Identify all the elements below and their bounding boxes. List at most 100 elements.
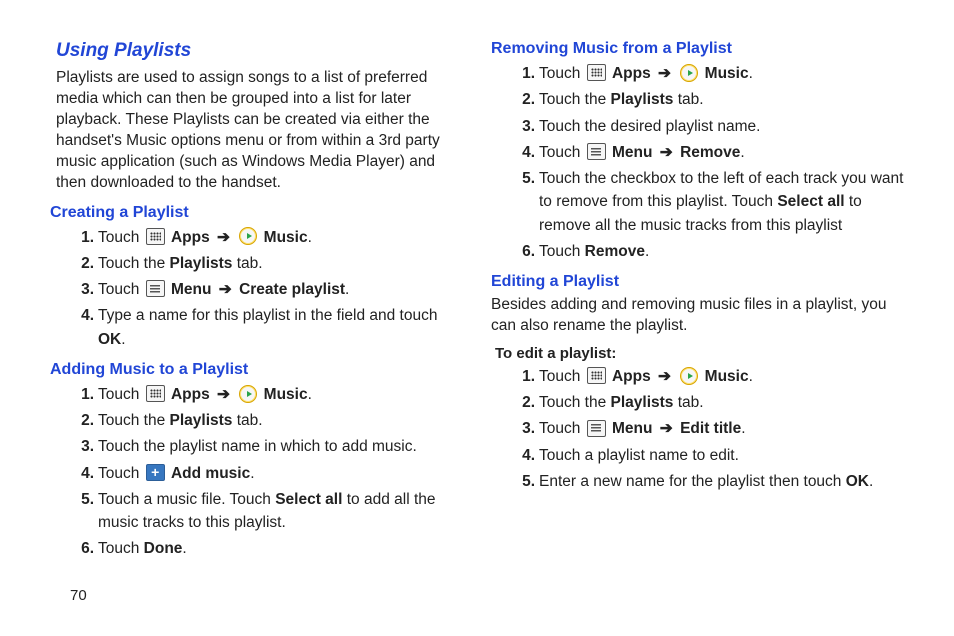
music-label: Music	[264, 386, 308, 403]
adding-music-heading: Adding Music to a Playlist	[50, 361, 463, 379]
to-edit-lead: To edit a playlist:	[495, 345, 904, 362]
two-column-layout: Using Playlists Playlists are used to as…	[0, 0, 954, 564]
step: Touch Menu ➔ Edit title.	[517, 417, 904, 440]
creating-playlist-steps: Touch Apps ➔ Music. Touch the Playlists …	[50, 226, 463, 351]
creating-playlist-heading: Creating a Playlist	[50, 204, 463, 222]
menu-label: Menu	[612, 420, 652, 437]
playlists-label: Playlists	[611, 91, 674, 108]
step: Touch the playlist name in which to add …	[76, 435, 463, 458]
page-number: 70	[70, 587, 87, 604]
step: Touch Apps ➔ Music.	[76, 226, 463, 249]
step: Touch the Playlists tab.	[517, 391, 904, 414]
step-text: Touch	[539, 243, 585, 260]
step: Touch Add music.	[76, 462, 463, 485]
period: .	[749, 368, 753, 385]
step-text: Type a name for this playlist in the fie…	[98, 307, 437, 324]
remove-label: Remove	[585, 243, 645, 260]
music-label: Music	[264, 229, 308, 246]
arrow-icon: ➔	[217, 386, 230, 403]
step-text: Touch	[98, 229, 144, 246]
period: .	[741, 420, 745, 437]
step: Touch Remove.	[517, 240, 904, 263]
using-playlists-intro: Playlists are used to assign songs to a …	[50, 68, 463, 194]
menu-icon	[146, 280, 165, 297]
playlists-label: Playlists	[611, 394, 674, 411]
step: Touch Menu ➔ Create playlist.	[76, 278, 463, 301]
done-label: Done	[144, 540, 183, 557]
playlists-label: Playlists	[170, 255, 233, 272]
menu-label: Menu	[612, 144, 652, 161]
arrow-icon: ➔	[660, 144, 673, 161]
editing-steps: Touch Apps ➔ Music. Touch the Playlists …	[491, 365, 904, 493]
removing-music-heading: Removing Music from a Playlist	[491, 40, 904, 58]
period: .	[749, 65, 753, 82]
remove-label: Remove	[680, 144, 740, 161]
step: Touch the Playlists tab.	[517, 88, 904, 111]
music-label: Music	[705, 65, 749, 82]
step-text: Touch	[98, 540, 144, 557]
music-label: Music	[705, 368, 749, 385]
period: .	[250, 465, 254, 482]
music-icon	[680, 64, 698, 82]
menu-label: Menu	[171, 281, 211, 298]
period: .	[308, 229, 312, 246]
step: Touch the Playlists tab.	[76, 252, 463, 275]
editing-playlist-heading: Editing a Playlist	[491, 273, 904, 291]
manual-page: Using Playlists Playlists are used to as…	[0, 0, 954, 636]
create-playlist-label: Create playlist	[239, 281, 345, 298]
period: .	[869, 473, 873, 490]
step-text: Touch the	[539, 91, 611, 108]
step-text: Touch	[539, 368, 585, 385]
step: Touch the desired playlist name.	[517, 115, 904, 138]
select-all-label: Select all	[777, 193, 844, 210]
step-text: Touch	[539, 65, 585, 82]
apps-label: Apps	[612, 65, 651, 82]
step: Touch Apps ➔ Music.	[517, 62, 904, 85]
step-text: Touch	[98, 465, 144, 482]
period: .	[740, 144, 744, 161]
adding-music-steps: Touch Apps ➔ Music. Touch the Playlists …	[50, 383, 463, 561]
step: Touch a playlist name to edit.	[517, 444, 904, 467]
step-text: Touch the	[539, 394, 611, 411]
music-icon	[680, 367, 698, 385]
menu-icon	[587, 420, 606, 437]
step: Type a name for this playlist in the fie…	[76, 304, 463, 351]
playlists-label: Playlists	[170, 412, 233, 429]
step: Touch the Playlists tab.	[76, 409, 463, 432]
step: Touch Apps ➔ Music.	[517, 365, 904, 388]
using-playlists-heading: Using Playlists	[50, 40, 463, 62]
step: Touch Done.	[76, 537, 463, 560]
period: .	[121, 331, 125, 348]
music-icon	[239, 227, 257, 245]
apps-icon	[146, 385, 165, 402]
menu-icon	[587, 143, 606, 160]
step-text: tab.	[232, 412, 262, 429]
apps-label: Apps	[171, 229, 210, 246]
step-text: Touch	[98, 281, 144, 298]
step-text: tab.	[673, 91, 703, 108]
step: Touch Menu ➔ Remove.	[517, 141, 904, 164]
step-text: tab.	[232, 255, 262, 272]
step: Touch a music file. Touch Select all to …	[76, 488, 463, 535]
apps-label: Apps	[171, 386, 210, 403]
period: .	[345, 281, 349, 298]
period: .	[308, 386, 312, 403]
edit-title-label: Edit title	[680, 420, 741, 437]
period: .	[182, 540, 186, 557]
ok-label: OK	[98, 331, 121, 348]
apps-icon	[587, 367, 606, 384]
arrow-icon: ➔	[217, 229, 230, 246]
apps-icon	[587, 64, 606, 81]
removing-music-steps: Touch Apps ➔ Music. Touch the Playlists …	[491, 62, 904, 263]
ok-label: OK	[846, 473, 869, 490]
step-text: tab.	[673, 394, 703, 411]
step-text: Enter a new name for the playlist then t…	[539, 473, 846, 490]
step: Enter a new name for the playlist then t…	[517, 470, 904, 493]
step-text: Touch a music file. Touch	[98, 491, 275, 508]
apps-label: Apps	[612, 368, 651, 385]
select-all-label: Select all	[275, 491, 342, 508]
apps-icon	[146, 228, 165, 245]
step: Touch Apps ➔ Music.	[76, 383, 463, 406]
arrow-icon: ➔	[658, 65, 671, 82]
period: .	[645, 243, 649, 260]
